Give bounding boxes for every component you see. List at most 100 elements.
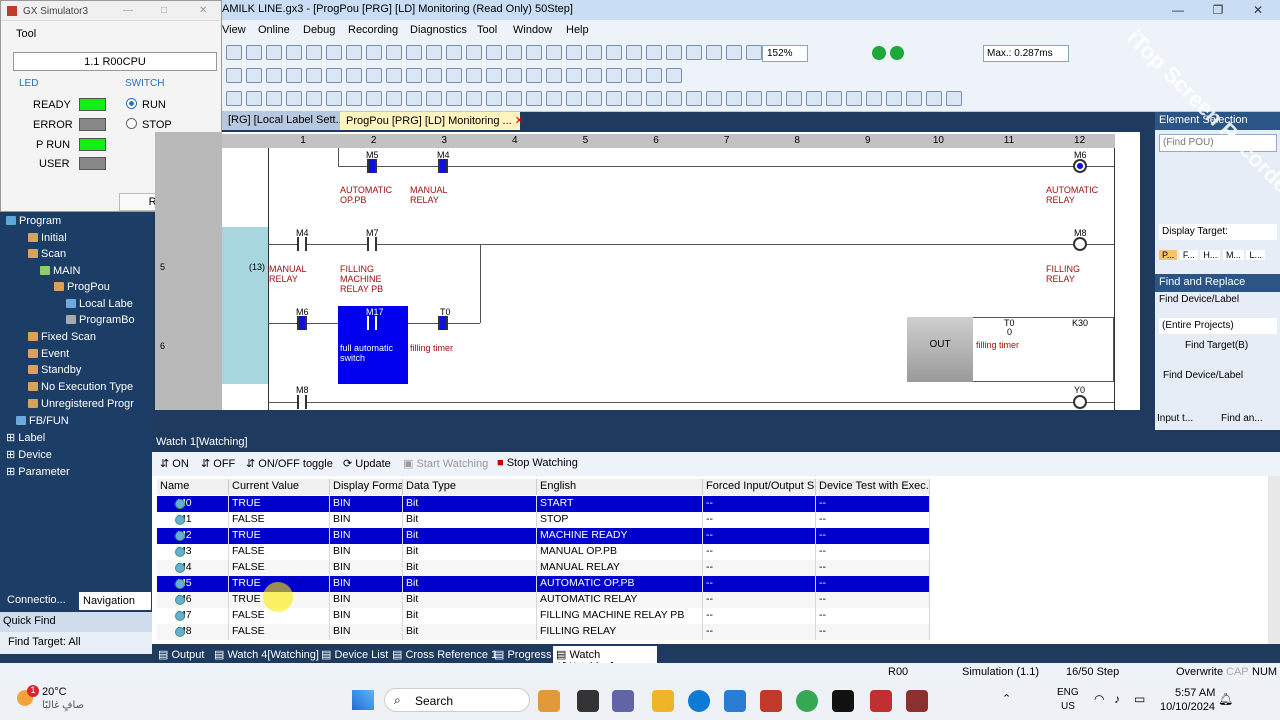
toolbar-button-icon[interactable] <box>386 45 402 60</box>
toolbar-button-icon[interactable] <box>726 91 742 106</box>
stop-radio[interactable] <box>126 118 137 129</box>
nav-no-execution[interactable]: No Execution Type <box>28 381 133 393</box>
toolbar-button-icon[interactable] <box>346 68 362 83</box>
toolbar-button-icon[interactable] <box>926 91 942 106</box>
toolbar-button-icon[interactable] <box>566 68 582 83</box>
toolbar-button-icon[interactable] <box>286 45 302 60</box>
col-data-type[interactable]: Data Type <box>403 479 537 495</box>
nav-fixed-scan[interactable]: Fixed Scan <box>28 331 96 343</box>
col-device-test[interactable]: Device Test with Exec... <box>816 479 930 495</box>
search-box[interactable]: Search <box>384 688 530 712</box>
contact-m8[interactable] <box>297 395 307 409</box>
weather-temp[interactable]: 20°C <box>42 686 67 698</box>
maximize-button[interactable]: ❐ <box>1208 3 1228 17</box>
nav-scan[interactable]: Scan <box>28 248 66 260</box>
tab-p[interactable]: P... <box>1159 250 1178 260</box>
find-device-label-button[interactable]: Find Device/Label <box>1159 294 1239 305</box>
toolbar-button-icon[interactable] <box>306 91 322 106</box>
toolbar-button-icon[interactable] <box>706 91 722 106</box>
contact-m7[interactable] <box>367 237 377 251</box>
nav-device[interactable]: ⊞ Device <box>6 448 52 461</box>
toolbar-button-icon[interactable] <box>946 91 962 106</box>
toolbar-button-icon[interactable] <box>646 68 662 83</box>
nav-standby[interactable]: Standby <box>28 364 81 376</box>
col-forced[interactable]: Forced Input/Output S... <box>703 479 816 495</box>
volume-icon[interactable]: ♪ <box>1114 692 1120 706</box>
toolbar-button-icon[interactable] <box>346 91 362 106</box>
nav-label[interactable]: ⊞ Label <box>6 431 45 444</box>
table-row[interactable]: M4FALSEBINBitMANUAL RELAY---- <box>157 560 930 576</box>
toolbar-button-icon[interactable] <box>306 68 322 83</box>
recorder-icon[interactable] <box>760 690 782 712</box>
menu-debug[interactable]: Debug <box>303 24 335 36</box>
task-view-icon[interactable] <box>577 690 599 712</box>
table-row[interactable]: M2TRUEBINBitMACHINE READY---- <box>157 528 930 544</box>
toolbar-button-icon[interactable] <box>906 91 922 106</box>
col-display-format[interactable]: Display Format <box>330 479 403 495</box>
toolbar-button-icon[interactable] <box>846 91 862 106</box>
tab-local-label[interactable]: [RG] [Local Label Sett... <box>222 112 351 130</box>
run-radio[interactable] <box>126 98 137 109</box>
wifi-icon[interactable]: ◠ <box>1094 692 1104 706</box>
toolbar-button-icon[interactable] <box>506 91 522 106</box>
toolbar-button-icon[interactable] <box>606 45 622 60</box>
toolbar-button-icon[interactable] <box>606 91 622 106</box>
toolbar-button-icon[interactable] <box>426 91 442 106</box>
toolbar-button-icon[interactable] <box>686 91 702 106</box>
table-row[interactable]: M3FALSEBINBitMANUAL OP.PB---- <box>157 544 930 560</box>
toolbar-button-icon[interactable] <box>366 91 382 106</box>
store-icon[interactable] <box>724 690 746 712</box>
menu-diagnostics[interactable]: Diagnostics <box>410 24 467 36</box>
toolbar-button-icon[interactable] <box>666 68 682 83</box>
file-explorer-icon[interactable] <box>652 690 674 712</box>
toolbar-button-icon[interactable] <box>446 45 462 60</box>
menu-help[interactable]: Help <box>566 24 589 36</box>
toolbar-button-icon[interactable] <box>526 68 542 83</box>
nav-program[interactable]: Program <box>6 215 61 227</box>
off-button[interactable]: ⇵ OFF <box>201 457 235 470</box>
chevron-up-icon[interactable]: ⌃ <box>1002 692 1011 705</box>
toolbar-button-icon[interactable] <box>366 45 382 60</box>
gx-works-icon[interactable] <box>870 690 892 712</box>
toolbar-button-icon[interactable] <box>246 68 262 83</box>
toolbar-button-icon[interactable] <box>586 45 602 60</box>
toolbar-button-icon[interactable] <box>226 68 242 83</box>
contact-m5[interactable] <box>367 159 377 173</box>
toolbar-button-icon[interactable] <box>546 45 562 60</box>
toolbar-button-icon[interactable] <box>526 91 542 106</box>
menu-view[interactable]: View <box>222 24 246 36</box>
toolbar-button-icon[interactable] <box>706 45 722 60</box>
toolbar-button-icon[interactable] <box>666 91 682 106</box>
toolbar-button-icon[interactable] <box>466 68 482 83</box>
toolbar-button-icon[interactable] <box>306 45 322 60</box>
toolbar-button-icon[interactable] <box>286 68 302 83</box>
toolbar-button-icon[interactable] <box>326 91 342 106</box>
table-row[interactable]: M8FALSEBINBitFILLING RELAY---- <box>157 624 930 640</box>
nav-program-body[interactable]: ProgramBo <box>66 314 135 326</box>
toolbar-button-icon[interactable] <box>666 45 682 60</box>
toolbar-button-icon[interactable] <box>506 45 522 60</box>
widget-icon[interactable] <box>538 690 560 712</box>
toolbar-button-icon[interactable] <box>586 91 602 106</box>
toolbar-button-icon[interactable] <box>626 91 642 106</box>
tab-f[interactable]: F... <box>1179 250 1198 260</box>
toolbar-button-icon[interactable] <box>426 68 442 83</box>
toolbar-button-icon[interactable] <box>486 45 502 60</box>
toolbar-button-icon[interactable] <box>626 45 642 60</box>
toolbar-button-icon[interactable] <box>426 45 442 60</box>
toolbar-button-icon[interactable] <box>546 91 562 106</box>
toolbar-button-icon[interactable] <box>726 45 742 60</box>
toolbar-button-icon[interactable] <box>406 45 422 60</box>
toolbar-button-icon[interactable] <box>386 91 402 106</box>
on-button[interactable]: ⇵ ON <box>160 457 189 470</box>
check-icon[interactable] <box>890 46 904 60</box>
bell-icon[interactable]: 🔔︎ <box>1218 692 1233 706</box>
coil-m8[interactable] <box>1073 237 1087 251</box>
toolbar-button-icon[interactable] <box>246 91 262 106</box>
toolbar-button-icon[interactable] <box>486 68 502 83</box>
toolbar-button-icon[interactable] <box>446 91 462 106</box>
tab-device-list[interactable]: ▤ Device List <box>321 648 388 661</box>
toolbar-button-icon[interactable] <box>226 45 242 60</box>
scope-select[interactable]: (Entire Projects) <box>1159 318 1277 334</box>
toolbar-button-icon[interactable] <box>606 68 622 83</box>
